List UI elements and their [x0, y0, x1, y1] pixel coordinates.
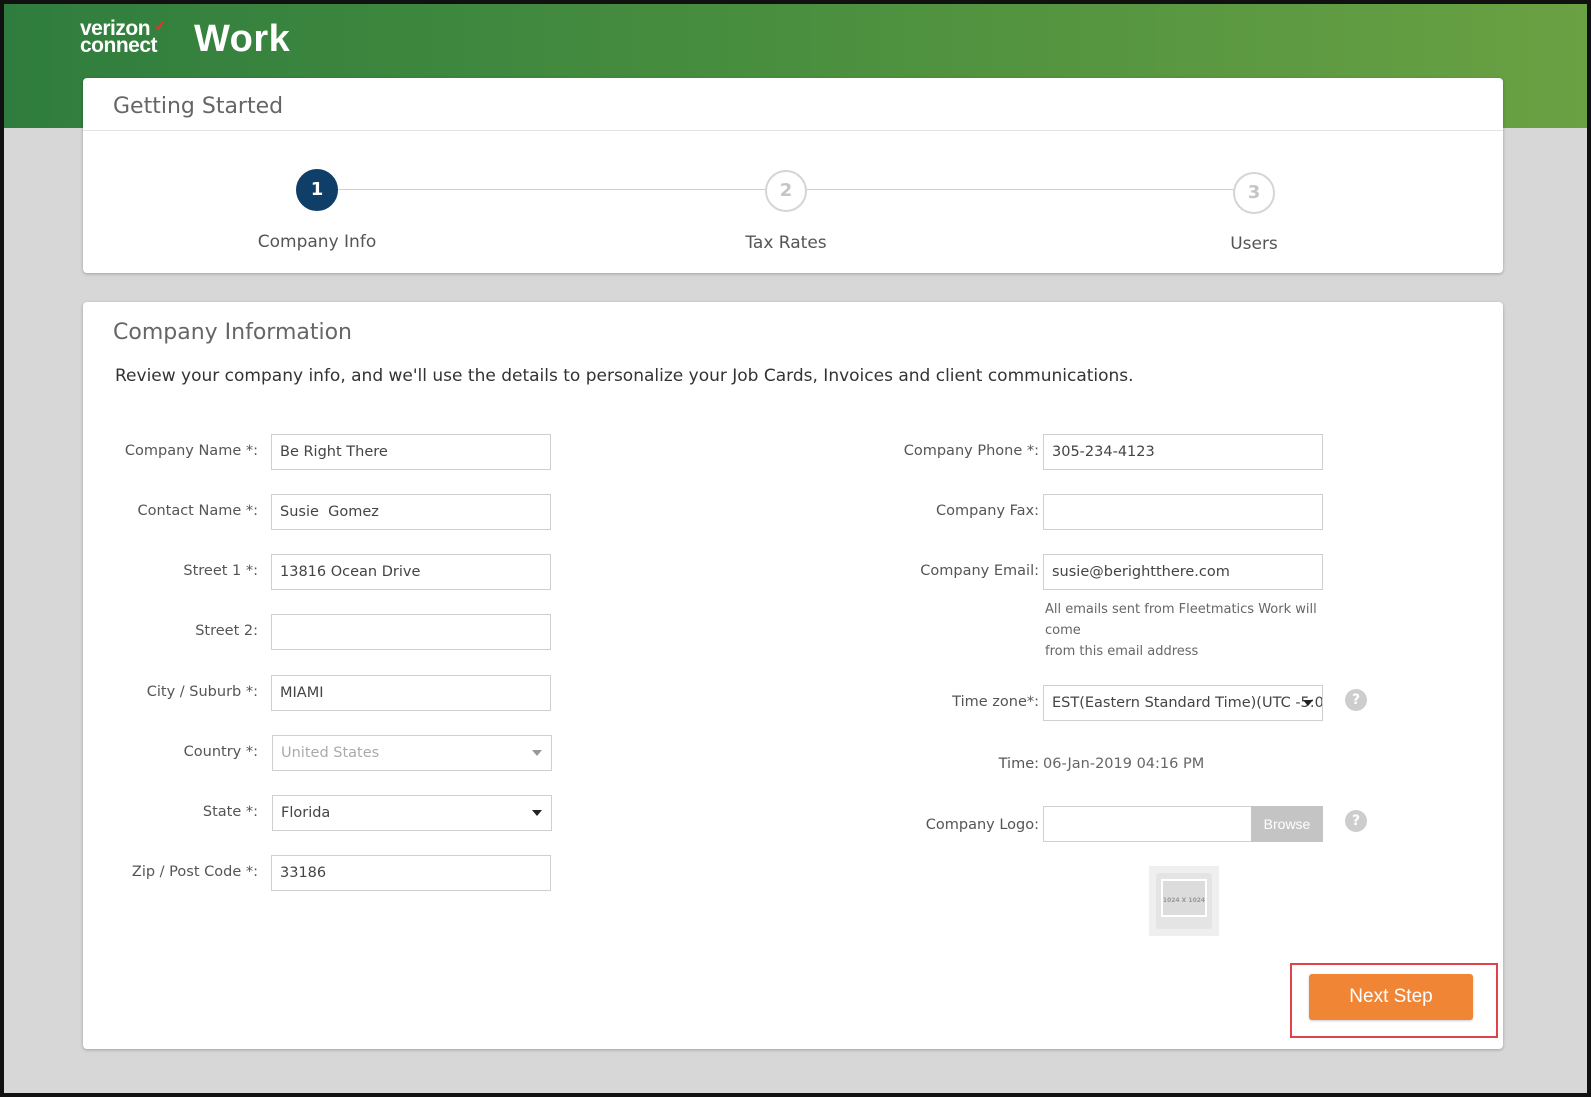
company-email-label: Company Email:: [920, 563, 1039, 579]
time-label: Time:: [998, 756, 1039, 772]
time-value: 06-Jan-2019 04:16 PM: [1043, 756, 1205, 772]
street-2-input[interactable]: [271, 614, 551, 650]
getting-started-card: Getting Started 1 Company Info 2 Tax Rat…: [83, 78, 1503, 273]
company-phone-row: Company Phone *: 305-234-4123: [83, 434, 1383, 470]
zip-input[interactable]: 33186: [271, 855, 551, 891]
step-3-label: Users: [1230, 234, 1278, 254]
email-note: All emails sent from Fleetmatics Work wi…: [1045, 599, 1345, 662]
zip-label: Zip / Post Code *:: [131, 864, 258, 880]
timezone-select-value: EST(Eastern Standard Time)(UTC -5:00): [1052, 695, 1323, 711]
getting-started-title: Getting Started: [113, 94, 284, 119]
company-fax-input[interactable]: [1043, 494, 1323, 530]
verizon-connect-logo[interactable]: verizon ✓ connect: [80, 18, 167, 57]
company-logo-file-input[interactable]: [1043, 806, 1253, 842]
company-information-title: Company Information: [113, 320, 353, 345]
step-3-indicator[interactable]: 3: [1233, 172, 1275, 214]
zip-row: Zip / Post Code *: 33186: [83, 855, 683, 891]
timezone-row: Time zone*: EST(Eastern Standard Time)(U…: [83, 685, 1383, 721]
next-step-button[interactable]: Next Step: [1309, 974, 1473, 1020]
step-1-label: Company Info: [257, 232, 377, 252]
company-fax-label: Company Fax:: [936, 503, 1039, 519]
street-2-row: Street 2:: [83, 614, 683, 650]
company-email-row: Company Email: susie@berightthere.com: [83, 554, 1383, 590]
logo-check-icon: ✓: [154, 18, 167, 35]
company-phone-input[interactable]: 305-234-4123: [1043, 434, 1323, 470]
email-note-line-1: All emails sent from Fleetmatics Work wi…: [1045, 602, 1317, 638]
step-connector: [806, 189, 1234, 190]
divider: [83, 130, 1503, 131]
timezone-label: Time zone*:: [952, 694, 1039, 710]
company-phone-label: Company Phone *:: [903, 443, 1039, 459]
app-name: Work: [194, 18, 291, 60]
company-fax-row: Company Fax:: [83, 494, 1383, 530]
intro-text: Review your company info, and we'll use …: [115, 366, 1134, 386]
browse-button[interactable]: Browse: [1251, 806, 1323, 842]
step-2-indicator[interactable]: 2: [765, 170, 807, 212]
street-2-label: Street 2:: [195, 623, 258, 639]
step-2-label: Tax Rates: [745, 233, 827, 253]
image-icon: 1024 X 1024: [1156, 873, 1212, 929]
logo-line-connect: connect: [80, 34, 158, 57]
logo-placeholder-dims: 1024 X 1024: [1162, 897, 1206, 904]
logo-placeholder-image: 1024 X 1024: [1149, 866, 1219, 936]
step-1-indicator[interactable]: 1: [296, 169, 338, 211]
company-logo-label: Company Logo:: [925, 817, 1039, 833]
timezone-select[interactable]: EST(Eastern Standard Time)(UTC -5:00): [1043, 685, 1323, 721]
step-connector: [338, 189, 768, 190]
chevron-down-icon: [1303, 700, 1313, 706]
timezone-help-icon[interactable]: ?: [1345, 689, 1367, 711]
company-logo-row: Company Logo: Browse: [83, 806, 1383, 842]
company-email-input[interactable]: susie@berightthere.com: [1043, 554, 1323, 590]
company-information-card: Company Information Review your company …: [83, 302, 1503, 1049]
email-note-line-2: from this email address: [1045, 644, 1199, 659]
logo-help-icon[interactable]: ?: [1345, 810, 1367, 832]
